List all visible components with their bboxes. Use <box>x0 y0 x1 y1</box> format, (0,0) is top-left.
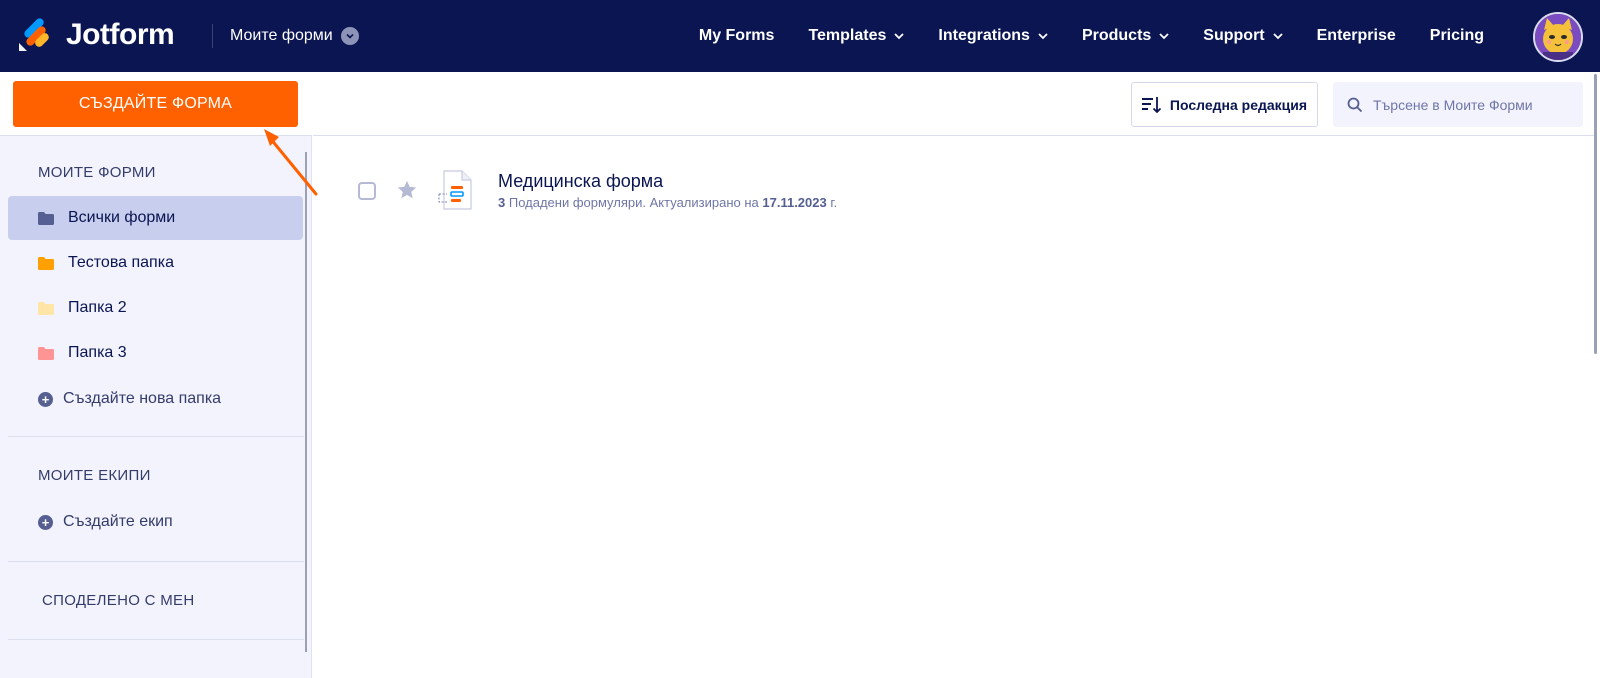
chevron-down-icon <box>1038 33 1048 40</box>
chevron-down-icon <box>894 33 905 40</box>
brand-name: Jotform <box>66 18 175 51</box>
nav-pricing[interactable]: Pricing <box>1430 27 1484 45</box>
chevron-down-icon <box>340 27 359 45</box>
nav-label: My Forms <box>698 27 775 44</box>
sidebar-divider <box>8 561 304 562</box>
form-title[interactable]: Медицинска форма <box>498 171 663 192</box>
switcher-label: Моите форми <box>230 27 333 44</box>
create-folder-button[interactable]: + Създайте нова папка <box>38 390 221 408</box>
nav-my-forms[interactable]: My Forms <box>699 27 775 45</box>
sidebar-divider <box>8 436 304 437</box>
star-icon[interactable] <box>396 179 418 201</box>
nav-label: Pricing <box>1429 27 1484 44</box>
updated-date: 17.11.2023 <box>762 195 827 210</box>
page-scrollbar[interactable] <box>1594 74 1597 354</box>
submissions-text: Подадени формуляри. Актуализирано на <box>505 195 763 210</box>
nav-label: Enterprise <box>1316 27 1396 44</box>
sidebar-scrollbar[interactable] <box>305 152 307 652</box>
sort-icon <box>1141 96 1162 113</box>
plus-icon: + <box>38 514 53 530</box>
nav-templates[interactable]: Templates <box>808 27 905 45</box>
header-divider <box>212 24 213 48</box>
folder-2[interactable]: Папка 2 <box>8 286 303 330</box>
nav-integrations[interactable]: Integrations <box>938 27 1048 45</box>
search-icon <box>1347 97 1363 112</box>
nav-support[interactable]: Support <box>1203 27 1283 45</box>
jotform-logo[interactable]: Jotform <box>18 16 198 56</box>
folder-label: Тестова папка <box>68 254 174 271</box>
folder-label: Папка 2 <box>68 299 127 316</box>
cat-avatar-icon <box>1535 14 1581 60</box>
nav-label: Support <box>1203 27 1265 44</box>
nav-label: Integrations <box>938 27 1030 44</box>
sidebar-divider <box>8 639 304 640</box>
sort-button[interactable]: Последна редакция <box>1131 82 1318 127</box>
shared-with-me-link[interactable]: СПОДЕЛЕНО С МЕН <box>42 592 194 609</box>
top-navigation-bar: Jotform Моите форми My Forms Templates I… <box>0 0 1600 72</box>
form-meta: 3 Подадени формуляри. Актуализирано на 1… <box>498 195 837 210</box>
nav-label: Products <box>1081 27 1152 44</box>
plus-icon: + <box>38 391 53 407</box>
date-suffix: г. <box>826 195 838 210</box>
sort-label: Последна редакция <box>1169 96 1308 113</box>
annotation-arrow-icon <box>264 129 318 196</box>
create-team-label: Създайте екип <box>63 513 173 530</box>
folder-label: Всички форми <box>68 209 176 226</box>
main-nav: My Forms Templates Integrations Products… <box>665 24 1484 48</box>
create-team-button[interactable]: + Създайте екип <box>38 513 173 531</box>
form-select-checkbox[interactable] <box>358 182 376 200</box>
folder-icon <box>38 211 54 225</box>
search-box <box>1333 82 1583 127</box>
folder-label: Папка 3 <box>68 344 127 361</box>
folder-icon <box>38 256 54 270</box>
nav-products[interactable]: Products <box>1082 27 1169 45</box>
nav-label: Templates <box>808 27 887 44</box>
folder-3[interactable]: Папка 3 <box>8 331 303 375</box>
my-teams-section-title: МОИТЕ ЕКИПИ <box>38 467 151 484</box>
create-form-button[interactable]: СЪЗДАЙТЕ ФОРМА <box>13 81 298 127</box>
jotform-logo-icon <box>19 18 49 51</box>
folder-icon <box>38 301 54 315</box>
chevron-down-icon <box>1159 33 1169 40</box>
folder-icon <box>38 346 54 360</box>
form-list-item[interactable]: Медицинска форма 3 Подадени формуляри. А… <box>355 168 1455 216</box>
user-avatar[interactable] <box>1533 12 1583 62</box>
create-folder-label: Създайте нова папка <box>63 390 222 407</box>
my-forms-section-title: МОИТЕ ФОРМИ <box>38 164 156 181</box>
my-forms-switcher[interactable]: Моите форми <box>230 24 359 48</box>
nav-enterprise[interactable]: Enterprise <box>1317 27 1396 45</box>
chevron-down-icon <box>1272 33 1283 40</box>
search-input[interactable] <box>1373 96 1573 113</box>
folder-all-forms[interactable]: Всички форми <box>8 196 303 240</box>
folder-test[interactable]: Тестова папка <box>8 241 303 285</box>
form-document-icon <box>438 170 472 210</box>
